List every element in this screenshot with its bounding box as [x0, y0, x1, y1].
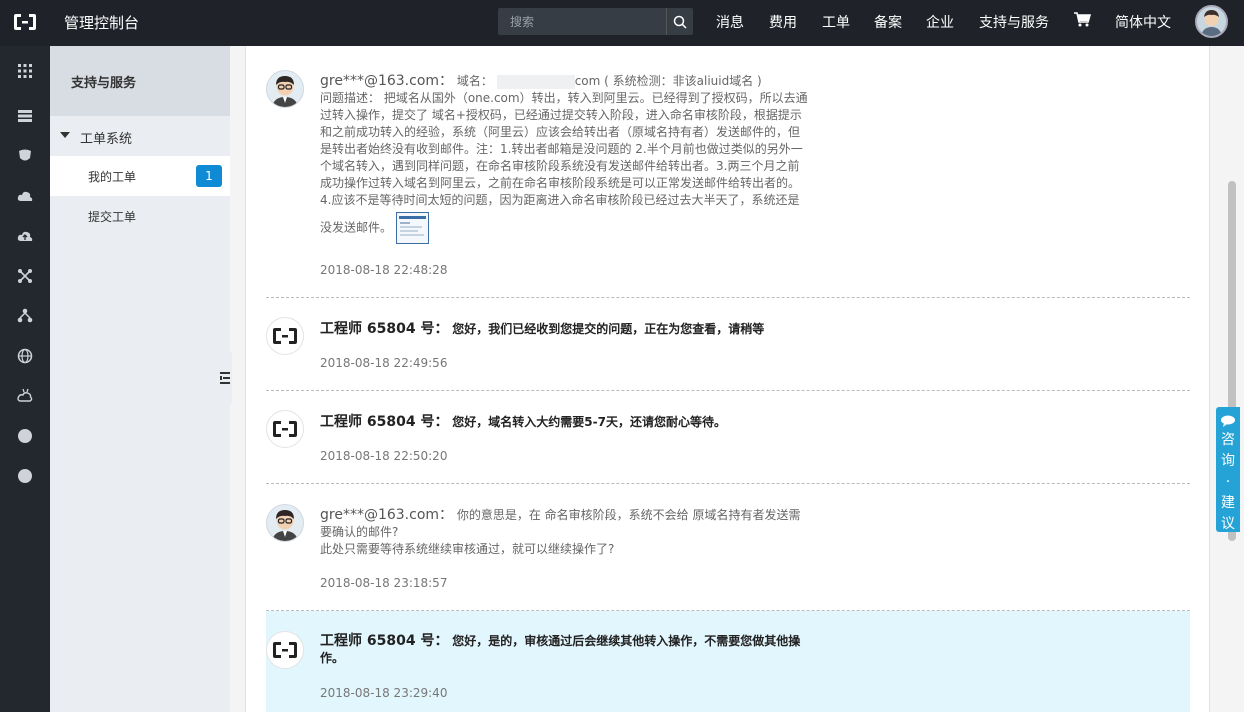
message-body: gre***@163.com： 域名： com ( 系统检测：非该aliuid域…: [320, 73, 808, 244]
consult-char: ·: [1225, 474, 1231, 490]
server-icon[interactable]: [17, 108, 33, 124]
message-body: gre***@163.com： 你的意思是，在 命名审核阶段，系统不会给 原域名…: [320, 507, 808, 558]
aliyun-logo-icon: [273, 642, 297, 658]
network-cross-icon[interactable]: [17, 268, 33, 284]
redacted-domain: [496, 74, 575, 89]
globe-icon[interactable]: [17, 348, 33, 364]
collapse-icon: [220, 372, 230, 384]
dot-icon[interactable]: [17, 468, 33, 484]
message-timestamp: 2018-08-18 23:18:57: [320, 576, 448, 590]
message-timestamp: 2018-08-18 22:49:56: [320, 356, 448, 370]
nav-tickets[interactable]: 工单: [822, 12, 850, 32]
sidebar: 支持与服务 工单系统 我的工单 1 提交工单: [50, 46, 230, 712]
dot-icon[interactable]: [17, 428, 33, 444]
screenshot-thumbnail-icon: [398, 216, 426, 236]
message-author: 工程师 65804 号：: [320, 414, 449, 430]
sidebar-item-label: 我的工单: [88, 170, 137, 184]
console-title[interactable]: 管理控制台: [64, 12, 139, 33]
message-author: 工程师 65804 号：: [320, 321, 449, 337]
nav-messages[interactable]: 消息: [716, 12, 744, 32]
nav-support[interactable]: 支持与服务: [979, 12, 1049, 32]
consult-feedback-button[interactable]: 咨 询 · 建 议: [1216, 407, 1240, 532]
sidebar-group-tickets[interactable]: 工单系统: [50, 116, 230, 156]
aliyun-logo-icon: [273, 328, 297, 344]
consult-char: 询: [1221, 453, 1235, 469]
user-avatar-icon: [272, 510, 298, 541]
chat-bubble-icon: [1221, 415, 1235, 427]
caret-down-icon: [60, 132, 70, 138]
nav-enterprise[interactable]: 企业: [926, 12, 954, 32]
search-box: [498, 8, 693, 35]
user-avatar: [266, 70, 304, 108]
message-divider: [266, 297, 1190, 298]
consult-char: 建: [1221, 495, 1235, 511]
consult-char: 咨: [1221, 432, 1235, 448]
message-author: gre***@163.com：: [320, 73, 454, 89]
consult-char: 议: [1221, 516, 1235, 532]
message-body: 工程师 65804 号： 您好，域名转入大约需要5-7天，还请您耐心等待。: [320, 414, 808, 431]
attachment-thumbnail[interactable]: [395, 212, 429, 244]
message-text: 没发送邮件。: [320, 220, 393, 235]
domain-suffix: com ( 系统检测：非该aliuid域名 ): [574, 74, 762, 88]
sidebar-header: 支持与服务: [50, 46, 230, 116]
cart-icon[interactable]: [1073, 11, 1091, 27]
message-text: 问题描述： 把域名从国外（one.com）转出，转入到阿里云。已经得到了授权码，…: [320, 91, 808, 207]
message-author: gre***@163.com：: [320, 507, 454, 523]
message-timestamp: 2018-08-18 23:29:40: [320, 686, 448, 700]
shield-icon[interactable]: [17, 148, 33, 164]
message-text: 您好，我们已经收到您提交的问题，正在为您查看，请稍等: [452, 322, 765, 336]
message-text-end-row: 没发送邮件。: [320, 212, 808, 244]
search-input[interactable]: [498, 8, 664, 35]
cloud-monitor-icon[interactable]: [17, 388, 33, 404]
ticket-conversation: gre***@163.com： 域名： com ( 系统检测：非该aliuid域…: [245, 46, 1210, 712]
user-avatar: [266, 504, 304, 542]
ticket-count-badge: 1: [196, 165, 222, 187]
message-text: 您好，域名转入大约需要5-7天，还请您耐心等待。: [452, 415, 726, 429]
sidebar-item-submit-ticket[interactable]: 提交工单: [50, 196, 230, 236]
sidebar-group-label: 工单系统: [80, 132, 133, 147]
sidebar-item-label: 提交工单: [88, 210, 137, 224]
topology-icon[interactable]: [17, 308, 33, 324]
product-rail: [0, 46, 50, 712]
search-icon: [673, 15, 687, 29]
top-bar: 管理控制台 消息 费用 工单 备案 企业 支持与服务 简体中文: [0, 0, 1244, 46]
message-body: 工程师 65804 号： 您好，我们已经收到您提交的问题，正在为您查看，请稍等: [320, 321, 808, 338]
domain-label: 域名：: [456, 74, 493, 88]
message-header: gre***@163.com： 域名： com ( 系统检测：非该aliuid域…: [320, 73, 808, 90]
engineer-avatar: [266, 317, 304, 355]
message-divider: [266, 483, 1190, 484]
nav-language[interactable]: 简体中文: [1115, 12, 1171, 32]
message-author: 工程师 65804 号：: [320, 633, 449, 649]
cloud-upload-icon[interactable]: [17, 228, 33, 244]
sidebar-item-my-tickets[interactable]: 我的工单 1: [50, 156, 230, 196]
engineer-avatar: [266, 410, 304, 448]
search-button[interactable]: [666, 8, 693, 35]
nav-filing[interactable]: 备案: [874, 12, 902, 32]
aliyun-logo-icon[interactable]: [12, 12, 38, 32]
cloud-icon[interactable]: [17, 188, 33, 204]
user-avatar[interactable]: [1195, 5, 1228, 38]
message-text: 此处只需要等待系统继续审核通过，就可以继续操作了?: [320, 542, 615, 556]
consult-label: 咨 询 · 建 议: [1216, 430, 1240, 535]
message-divider: [266, 390, 1190, 391]
user-avatar-icon: [1201, 10, 1222, 36]
user-avatar-icon: [272, 76, 298, 107]
sidebar-collapse-handle[interactable]: [218, 352, 232, 404]
message-timestamp: 2018-08-18 22:50:20: [320, 449, 448, 463]
nav-billing[interactable]: 费用: [769, 12, 797, 32]
aliyun-logo-icon: [273, 421, 297, 437]
engineer-avatar: [266, 631, 304, 669]
message-body: 工程师 65804 号： 您好，是的，审核通过后会继续其他转入操作，不需要您做其…: [320, 633, 808, 667]
message-timestamp: 2018-08-18 22:48:28: [320, 263, 448, 277]
grid-menu-icon[interactable]: [17, 63, 33, 79]
